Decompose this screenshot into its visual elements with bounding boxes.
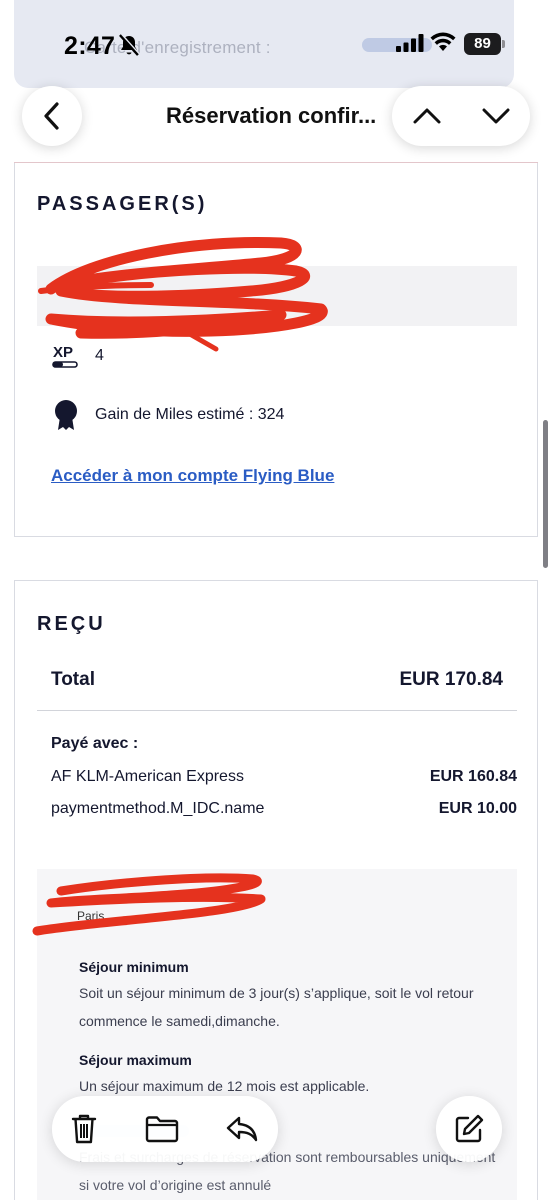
battery-icon: 89 bbox=[464, 33, 506, 55]
status-time: 2:47 bbox=[64, 32, 116, 60]
cellular-signal-icon bbox=[396, 34, 424, 52]
battery-level: 89 bbox=[464, 33, 501, 55]
xp-value: 4 bbox=[95, 347, 104, 364]
payment-row: AF KLM-American Express EUR 160.84 bbox=[51, 768, 517, 786]
svg-text:XP: XP bbox=[53, 344, 73, 361]
battery-tip bbox=[502, 40, 505, 48]
total-label: Total bbox=[51, 669, 95, 690]
payment-amount: EUR 160.84 bbox=[429, 768, 517, 785]
payment-row: paymentmethod.M_IDC.name EUR 10.00 bbox=[51, 800, 517, 818]
next-message-button[interactable] bbox=[461, 86, 530, 146]
origin-city: Paris bbox=[77, 909, 105, 923]
medal-icon bbox=[55, 400, 77, 430]
back-button[interactable] bbox=[22, 86, 82, 146]
compose-icon bbox=[455, 1114, 484, 1143]
bell-slash-icon bbox=[119, 33, 140, 56]
flying-blue-account-link[interactable]: Accéder à mon compte Flying Blue bbox=[51, 466, 334, 486]
folder-icon bbox=[145, 1116, 179, 1143]
status-bar: 2:47 89 bbox=[0, 0, 552, 92]
xp-icon: XP bbox=[52, 344, 78, 368]
message-navigation bbox=[392, 86, 530, 146]
email-screen: Carte d'enregistrement : 2:47 89 Réserva… bbox=[0, 0, 552, 1200]
scrollbar[interactable] bbox=[543, 420, 548, 568]
min-stay-text: Soit un séjour minimum de 3 jour(s) s’ap… bbox=[79, 985, 474, 1029]
receipt-title: REÇU bbox=[37, 613, 106, 635]
miles-row: Gain de Miles estimé : 324 bbox=[53, 398, 284, 432]
compose-button[interactable] bbox=[436, 1096, 502, 1162]
reply-button[interactable] bbox=[214, 1096, 270, 1162]
chevron-left-icon bbox=[44, 102, 59, 130]
move-to-folder-button[interactable] bbox=[134, 1096, 190, 1162]
min-stay-title: Séjour minimum bbox=[79, 959, 189, 975]
wifi-icon bbox=[430, 32, 456, 51]
miles-estimate: Gain de Miles estimé : 324 bbox=[95, 406, 285, 423]
mail-toolbar bbox=[52, 1096, 278, 1162]
max-stay-title: Séjour maximum bbox=[79, 1052, 192, 1068]
page-title: Réservation confir... bbox=[166, 103, 377, 128]
trash-icon bbox=[71, 1114, 97, 1144]
reply-icon bbox=[226, 1116, 258, 1142]
total-row: Total EUR 170.84 bbox=[51, 669, 503, 691]
passenger-name-row bbox=[37, 266, 517, 326]
payment-method: paymentmethod.M_IDC.name bbox=[51, 800, 265, 817]
receipt-divider bbox=[37, 710, 517, 711]
xp-row: XP 4 bbox=[51, 341, 104, 371]
payment-method: AF KLM-American Express bbox=[51, 768, 244, 785]
passengers-card: PASSAGER(S) XP 4 Gain de Miles estimé : … bbox=[14, 163, 538, 537]
total-value: EUR 170.84 bbox=[399, 669, 503, 690]
paid-with-label: Payé avec : bbox=[51, 735, 139, 752]
passengers-title: PASSAGER(S) bbox=[37, 193, 208, 215]
chevron-down-icon bbox=[482, 108, 509, 124]
previous-message-button[interactable] bbox=[392, 86, 461, 146]
delete-button[interactable] bbox=[56, 1096, 112, 1162]
chevron-up-icon bbox=[413, 108, 440, 124]
payment-amount: EUR 10.00 bbox=[438, 800, 517, 817]
